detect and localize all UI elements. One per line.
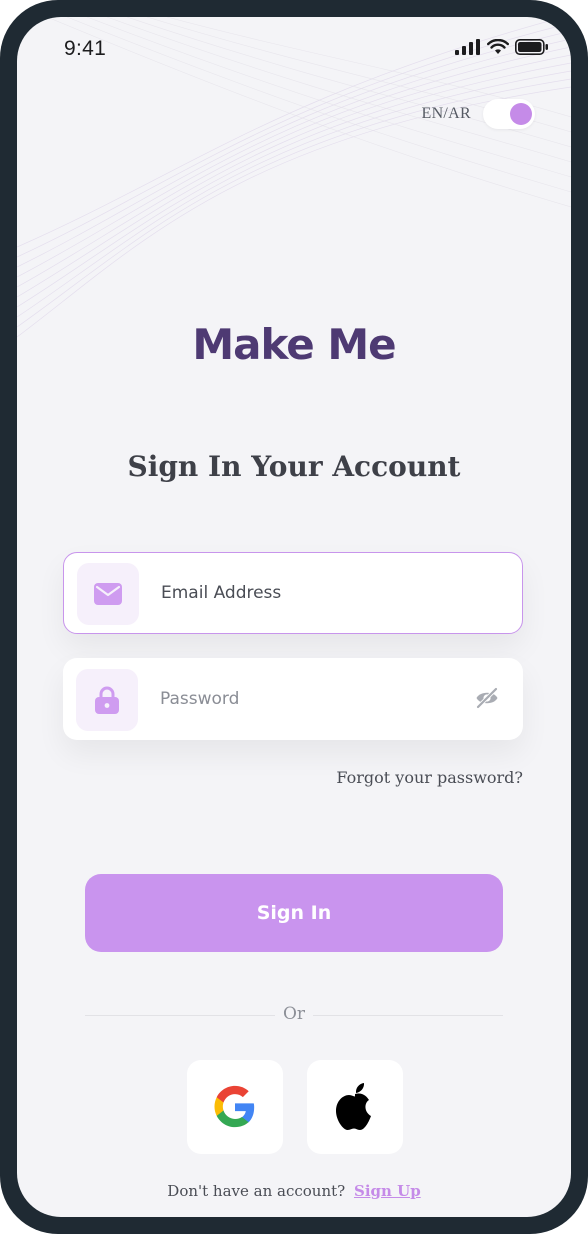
screen: 9:41 EN/AR Make Me Sign In Your Account …	[17, 17, 571, 1217]
signal-icon	[455, 39, 480, 55]
switch-knob	[510, 103, 532, 125]
google-sign-in-button[interactable]	[187, 1060, 283, 1154]
language-switch[interactable]	[483, 99, 535, 129]
wifi-icon	[487, 39, 509, 54]
language-label: EN/AR	[421, 105, 471, 122]
sign-up-link[interactable]: Sign Up	[354, 1182, 421, 1200]
divider-line-right	[313, 1015, 503, 1016]
sign-up-prompt: Don't have an account?	[167, 1182, 346, 1200]
battery-icon	[515, 39, 548, 55]
email-input[interactable]	[161, 553, 481, 633]
status-time: 9:41	[64, 37, 107, 60]
sign-in-button[interactable]: Sign In	[85, 874, 503, 952]
divider-label: Or	[282, 1004, 306, 1024]
password-field[interactable]	[63, 658, 523, 740]
password-input[interactable]	[160, 658, 480, 740]
mail-icon	[94, 583, 122, 605]
status-bar: 9:41	[17, 17, 571, 83]
page-title: Sign In Your Account	[127, 450, 461, 483]
language-toggle[interactable]: EN/AR	[421, 99, 535, 129]
app-logo: Make Me	[192, 320, 396, 369]
password-icon-box	[76, 669, 138, 731]
email-icon-box	[77, 563, 139, 625]
email-field[interactable]	[63, 552, 523, 634]
forgot-password-link[interactable]: Forgot your password?	[336, 768, 523, 787]
apple-sign-in-button[interactable]	[307, 1060, 403, 1154]
phone-frame: 9:41 EN/AR Make Me Sign In Your Account …	[0, 0, 588, 1234]
status-icons	[455, 39, 549, 55]
sign-up-row: Don't have an account? Sign Up	[17, 1182, 571, 1200]
eye-off-icon[interactable]	[475, 687, 499, 709]
google-icon	[214, 1085, 255, 1128]
lock-icon	[95, 686, 119, 714]
apple-icon	[336, 1083, 371, 1130]
